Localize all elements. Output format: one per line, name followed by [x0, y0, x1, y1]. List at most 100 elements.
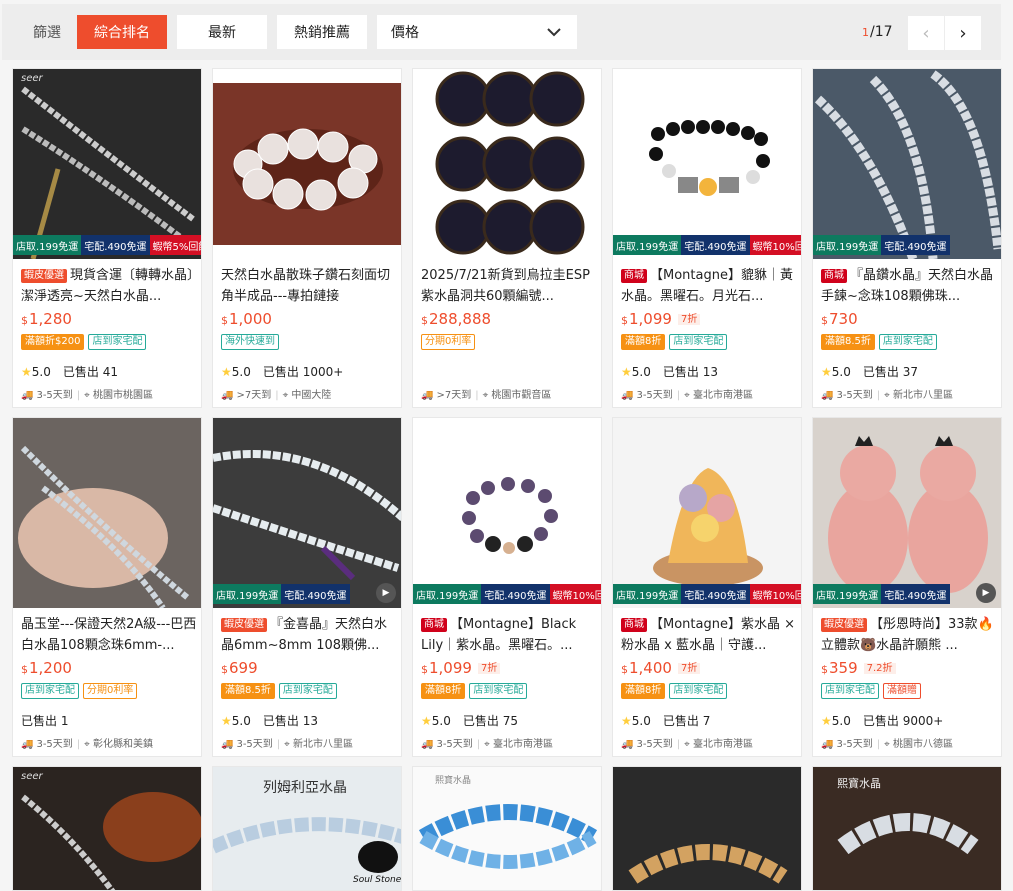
- product-price: $1,200: [21, 659, 72, 677]
- product-card[interactable]: 店取.199免運 宅配.490免運 ▶ 蝦皮優選 【彤恩時尚】33款🔥立體款🐻水晶許…: [812, 417, 1002, 757]
- product-card[interactable]: 店取.199免運宅配.490免運蝦幣10%回饋 商城【Montagne】紫水晶 …: [612, 417, 802, 757]
- product-card[interactable]: 列姆利亞水晶 Soul Stone: [212, 766, 402, 891]
- product-tags: 店到家宅配 分期0利率: [21, 683, 138, 699]
- shipping-info: 🚚 3-5天到 | ⌖ 桃園市八德區: [821, 739, 953, 750]
- filter-bar: 篩選 綜合排名 最新 熱銷推薦 價格: [2, 4, 1001, 60]
- product-stats: ★5.0 已售出 41: [21, 365, 118, 379]
- chevron-left-icon: ‹: [922, 22, 930, 44]
- product-tags: 分期0利率: [421, 334, 476, 350]
- price-sort-label: 價格: [391, 25, 419, 41]
- product-price: $288,888: [421, 310, 492, 328]
- seer-watermark: seer: [21, 771, 43, 782]
- product-title: 商城 【Montagne】紫水晶 × 粉水晶 x 藍水晶｜守護...: [621, 617, 795, 653]
- location-pin-icon: ⌖: [284, 739, 290, 750]
- location-pin-icon: ⌖: [482, 390, 489, 401]
- promo-strip: 店取.199免運宅配.490免運蝦幣10%回饋: [613, 584, 801, 604]
- location-pin-icon: ⌖: [684, 390, 690, 401]
- location-pin-icon: ⌖: [884, 739, 890, 750]
- page-indicator: 1/17: [862, 24, 893, 40]
- product-image: seer: [13, 767, 201, 890]
- location-pin-icon: ⌖: [684, 739, 690, 750]
- location-pin-icon: ⌖: [84, 739, 90, 750]
- star-icon: ★: [621, 365, 632, 379]
- location-pin-icon: ⌖: [282, 390, 289, 401]
- truck-icon: 🚚: [821, 739, 834, 750]
- product-card[interactable]: 天然白水晶散珠子鑽石刻面切角半成品---專拍鏈接 $1,000 海外快速到 ★5…: [212, 68, 402, 408]
- product-stats: ★5.0 已售出 7: [621, 714, 711, 728]
- product-image: [813, 418, 1001, 608]
- star-icon: ★: [21, 365, 32, 379]
- filter-label: 篩選: [33, 25, 61, 41]
- product-stats: 已售出 1: [21, 714, 69, 728]
- star-icon: ★: [221, 365, 232, 379]
- product-card[interactable]: seer 店取.199免運宅配.490免運蝦幣5%回饋 蝦皮優選現貨含運〔轉轉水…: [12, 68, 202, 408]
- product-title: 2025/7/21新貨到烏拉圭ESP紫水晶洞共60顆編號...: [421, 268, 590, 304]
- product-image: [13, 418, 201, 608]
- product-card[interactable]: 店取.199免運宅配.490免運蝦幣10%回饋 商城【Montagne】貔貅｜黃…: [612, 68, 802, 408]
- play-video-icon[interactable]: ▶: [376, 583, 396, 603]
- truck-icon: 🚚: [21, 739, 34, 750]
- product-card[interactable]: 店取.199免運宅配.490免運蝦幣10%回饋 商城【Montagne】Blac…: [412, 417, 602, 757]
- shipping-info: 🚚 3-5天到 | ⌖ 臺北市南港區: [621, 390, 753, 401]
- product-stats: ★5.0 已售出 13: [621, 365, 718, 379]
- truck-icon: 🚚: [421, 739, 434, 750]
- product-title: 蝦皮優選 【彤恩時尚】33款🔥立體款🐻水晶許願熊 ...: [821, 617, 994, 653]
- product-image: [413, 69, 601, 259]
- truck-icon: 🚚: [21, 390, 34, 401]
- prev-page-button[interactable]: ‹: [908, 16, 944, 50]
- product-card[interactable]: 晶玉堂---保證天然2A級---巴西白水晶108顆念珠6mm-... $1,20…: [12, 417, 202, 757]
- product-card[interactable]: 熙寶水晶: [412, 766, 602, 891]
- shipping-info: 🚚 3-5天到 | ⌖ 桃園市桃園區: [21, 390, 153, 401]
- star-icon: ★: [821, 365, 832, 379]
- product-card[interactable]: 店取.199免運 宅配.490免運 商城 『晶鑽水晶』天然白水晶手鍊~念珠108顆佛…: [812, 68, 1002, 408]
- shipping-info: 🚚 >7天到 | ⌖ 中國大陸: [221, 390, 332, 401]
- product-tags: 滿額8折 店到家宅配: [621, 683, 728, 699]
- product-tags: 滿額折$200 店到家宅配: [21, 334, 147, 350]
- product-image: [213, 418, 401, 608]
- chevron-down-icon: [547, 27, 561, 36]
- shipping-info: 🚚 3-5天到 | ⌖ 彰化縣和美鎮: [21, 739, 153, 750]
- sort-top-sales-button[interactable]: 熱銷推薦: [277, 15, 367, 49]
- sort-latest-button[interactable]: 最新: [177, 15, 267, 49]
- next-page-button[interactable]: ›: [945, 16, 981, 50]
- shipping-info: 🚚 3-5天到 | ⌖ 新北市八里區: [821, 390, 953, 401]
- product-card[interactable]: [612, 766, 802, 891]
- star-icon: ★: [821, 714, 832, 728]
- truck-icon: 🚚: [421, 390, 434, 401]
- truck-icon: 🚚: [821, 390, 834, 401]
- price-sort-select[interactable]: 價格: [377, 15, 577, 49]
- play-video-icon[interactable]: ▶: [976, 583, 996, 603]
- truck-icon: 🚚: [221, 739, 234, 750]
- product-image: [813, 69, 1001, 259]
- product-card[interactable]: 2025/7/21新貨到烏拉圭ESP紫水晶洞共60顆編號... $288,888…: [412, 68, 602, 408]
- product-stats: ★5.0 已售出 37: [821, 365, 918, 379]
- promo-strip: 店取.199免運 宅配.490免運: [213, 584, 401, 604]
- product-tags: 滿額8折 店到家宅配: [621, 334, 728, 350]
- product-title: 蝦皮優選 『金喜晶』天然白水晶6mm~8mm 108顆佛...: [221, 617, 388, 653]
- promo-strip: 店取.199免運宅配.490免運蝦幣10%回饋: [613, 235, 801, 255]
- promo-strip: 店取.199免運宅配.490免運蝦幣5%回饋: [13, 235, 201, 255]
- brand-logo-text: 熙寶水晶: [435, 776, 472, 786]
- product-stats: ★5.0 已售出 9000+: [821, 714, 944, 728]
- shipping-info: 🚚 3-5天到 | ⌖ 臺北市南港區: [621, 739, 753, 750]
- product-image: [413, 418, 601, 608]
- product-stats: ★5.0 已售出 75: [421, 714, 518, 728]
- truck-icon: 🚚: [621, 739, 634, 750]
- truck-icon: 🚚: [221, 390, 234, 401]
- product-tags: 滿額8折 店到家宅配: [421, 683, 528, 699]
- sort-relevance-button[interactable]: 綜合排名: [77, 15, 167, 49]
- shipping-info: 🚚 >7天到 | ⌖ 桃園市觀音區: [421, 390, 552, 401]
- location-pin-icon: ⌖: [484, 739, 490, 750]
- product-title: 晶玉堂---保證天然2A級---巴西白水晶108顆念珠6mm-...: [21, 617, 197, 653]
- chevron-right-icon: ›: [959, 22, 967, 44]
- product-card[interactable]: 熙寶水晶: [812, 766, 1002, 891]
- product-image: [613, 418, 801, 608]
- shipping-info: 🚚 3-5天到 | ⌖ 臺北市南港區: [421, 739, 553, 750]
- promo-strip: 店取.199免運 宅配.490免運: [813, 584, 1001, 604]
- product-title: 蝦皮優選 現貨含運〔轉轉水晶〕潔淨透亮~天然白水晶...: [21, 268, 194, 304]
- product-card[interactable]: 店取.199免運 宅配.490免運 ▶ 蝦皮優選 『金喜晶』天然白水晶6mm~8mm…: [212, 417, 402, 757]
- product-card[interactable]: seer: [12, 766, 202, 891]
- product-price: $1,099 7折: [421, 659, 501, 677]
- product-price: $1,000: [221, 310, 272, 328]
- location-pin-icon: ⌖: [84, 390, 90, 401]
